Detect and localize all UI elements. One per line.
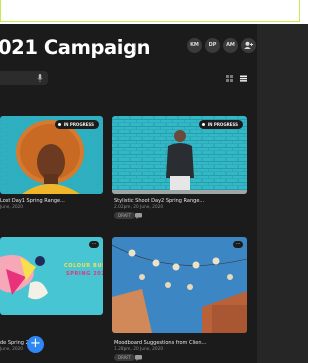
card-1-status-badge: IN PROGRESS [54,120,99,129]
card-2-date: 2.02pm, 20 June, 2020 [114,205,164,210]
card-4-more-button[interactable]: ··· [233,241,243,248]
avatar-km[interactable]: KM [187,38,202,53]
card-2-draft-chip: DRAFT [114,212,136,219]
add-button[interactable]: + [27,336,44,353]
card-1-date: June, 2020 [0,205,24,210]
main-panel: 021 Campaign ⋮ KM DP AM IN PROGRESS Lost… [0,24,257,363]
card-2-thumbnail[interactable]: IN PROGRESS [112,116,247,194]
svg-text:SPRING 2021: SPRING 2021 [66,271,103,277]
avatar-am[interactable]: AM [223,38,238,53]
card-4-thumbnail[interactable]: ··· [112,237,247,333]
card-2-status-badge: IN PROGRESS [198,120,243,129]
grid-view-icon[interactable] [226,75,233,82]
card-3-date: June, 2020 [0,347,24,352]
add-person-icon[interactable] [241,38,256,53]
card-2-title[interactable]: Stylistic Shoot Day2 Spring Range... [114,198,204,204]
app-window: 021 Campaign ⋮ KM DP AM IN PROGRESS Lost… [0,24,308,363]
card-3-thumbnail[interactable]: COLOUR BURST SPRING 2021 ··· [0,237,103,315]
card-4-title[interactable]: Moodboard Suggestions from Clien... [114,340,206,346]
card-4-comment-icon[interactable] [135,355,142,361]
mic-icon[interactable] [37,74,43,82]
title-info-icon[interactable]: ⋮ [130,44,139,54]
list-view-icon[interactable] [240,75,247,82]
page-title: 021 Campaign [0,36,151,59]
top-bar [0,0,300,22]
card-2-comment-icon[interactable] [135,213,142,219]
avatar-dp[interactable]: DP [205,38,220,53]
svg-text:COLOUR BURST: COLOUR BURST [64,263,103,269]
card-4-date: 1.28pm, 20 June, 2020 [114,347,164,352]
card-1-thumbnail[interactable]: IN PROGRESS [0,116,103,194]
card-3-more-button[interactable]: ··· [89,241,99,248]
card-4-draft-chip: DRAFT [114,354,136,361]
card-1-title[interactable]: Lost Day1 Spring Range... [0,198,65,204]
